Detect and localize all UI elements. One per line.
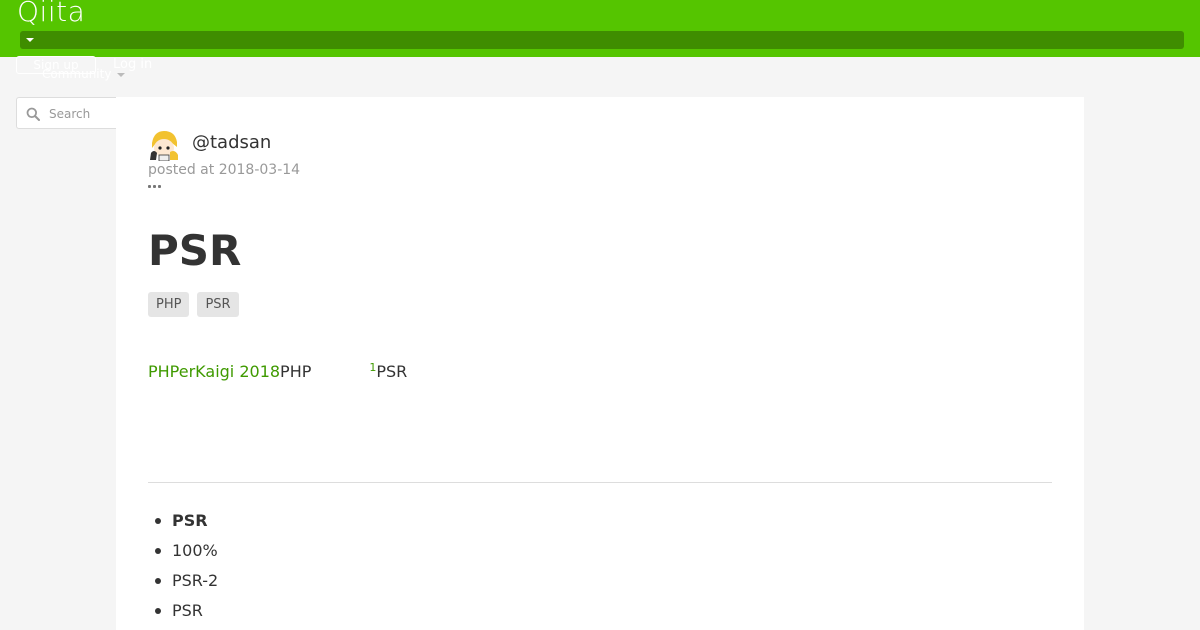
- list-item: PSR: [148, 599, 218, 629]
- bullet-list: PSR 100% PSR-2 PSR: [148, 509, 218, 629]
- community-menu[interactable]: Community: [42, 66, 111, 82]
- chevron-down-icon[interactable]: [117, 73, 125, 77]
- tag-psr[interactable]: PSR: [197, 292, 239, 317]
- intro-text: PHP: [280, 362, 312, 381]
- tag-list: PHP PSR: [148, 292, 239, 317]
- avatar[interactable]: [148, 129, 180, 161]
- more-options-icon[interactable]: [148, 185, 161, 188]
- list-item: PSR-2: [148, 569, 218, 599]
- login-link[interactable]: Log in: [113, 57, 152, 73]
- intro-paragraph: PHPerKaigi 2018PHP 1PSR: [148, 357, 748, 383]
- article-title: PSR: [148, 226, 242, 275]
- intro-text-2: PSR: [376, 362, 408, 381]
- phperkaigi-link[interactable]: PHPerKaigi 2018: [148, 362, 280, 381]
- list-item: PSR: [148, 509, 218, 539]
- posted-date: posted at 2018-03-14: [148, 162, 301, 178]
- search-icon: [26, 107, 40, 121]
- caret-down-icon[interactable]: [26, 38, 34, 42]
- tag-php[interactable]: PHP: [148, 292, 190, 317]
- article-card: @tadsan posted at 2018-03-14 PSR PHP PSR…: [116, 97, 1084, 630]
- list-item: 100%: [148, 539, 218, 569]
- divider: [148, 482, 1052, 483]
- global-header: Qiita: [0, 0, 1200, 57]
- author-username[interactable]: @tadsan: [192, 131, 271, 155]
- menu-bar[interactable]: [20, 31, 1184, 49]
- qiita-logo[interactable]: Qiita: [17, 0, 85, 28]
